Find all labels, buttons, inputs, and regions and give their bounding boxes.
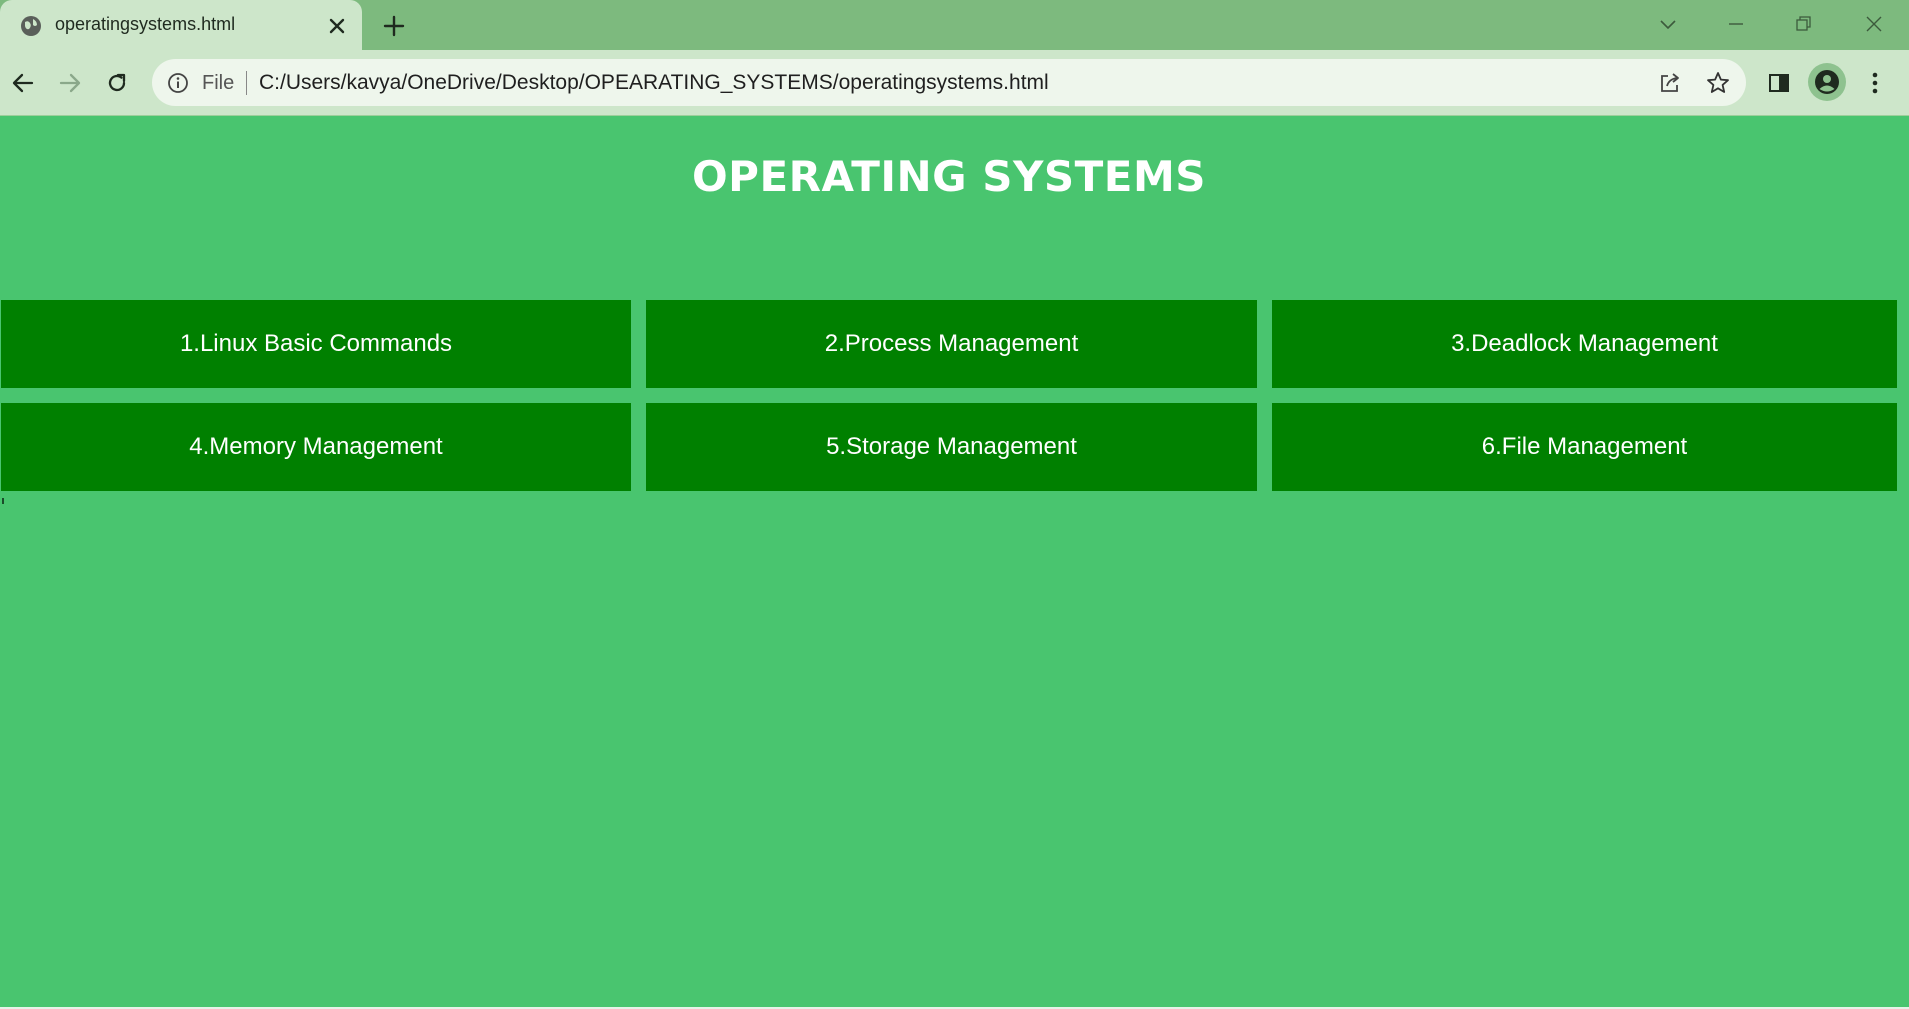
menu-button-storage-management[interactable]: 5.Storage Management bbox=[646, 403, 1257, 491]
tab-search-chevron-down-icon[interactable] bbox=[1650, 10, 1686, 38]
menu-button-deadlock-management[interactable]: 3.Deadlock Management bbox=[1272, 300, 1897, 388]
forward-arrow-icon[interactable] bbox=[53, 66, 87, 100]
menu-button-process-management[interactable]: 2.Process Management bbox=[646, 300, 1257, 388]
menu-button-file-management[interactable]: 6.File Management bbox=[1272, 403, 1897, 491]
tab-strip: operatingsystems.html bbox=[0, 0, 1909, 50]
menu-button-linux-basic-commands[interactable]: 1.Linux Basic Commands bbox=[1, 300, 631, 388]
tab-title: operatingsystems.html bbox=[55, 14, 236, 34]
minimize-icon[interactable] bbox=[1718, 10, 1754, 38]
share-icon[interactable] bbox=[1657, 70, 1683, 96]
kebab-menu-icon[interactable] bbox=[1858, 66, 1892, 100]
url-text[interactable]: C:/Users/kavya/OneDrive/Desktop/OPEARATI… bbox=[259, 71, 1049, 95]
omnibox-separator bbox=[246, 71, 247, 95]
side-panel-icon[interactable] bbox=[1762, 66, 1796, 100]
browser-toolbar: File C:/Users/kavya/OneDrive/Desktop/OPE… bbox=[0, 50, 1909, 116]
back-arrow-icon[interactable] bbox=[6, 66, 40, 100]
page-content: OPERATING SYSTEMS 1.Linux Basic Commands… bbox=[0, 116, 1909, 1009]
reload-icon[interactable] bbox=[100, 66, 134, 100]
close-tab-icon[interactable] bbox=[326, 15, 348, 37]
site-info-icon[interactable] bbox=[166, 71, 190, 95]
browser-window: operatingsystems.html File C:/Users/kavy… bbox=[0, 0, 1909, 1009]
stray-text-mark bbox=[2, 498, 4, 504]
profile-avatar-icon[interactable] bbox=[1808, 63, 1846, 101]
bookmark-star-icon[interactable] bbox=[1705, 70, 1731, 96]
globe-icon bbox=[20, 15, 42, 37]
menu-button-memory-management[interactable]: 4.Memory Management bbox=[1, 403, 631, 491]
scheme-label: File bbox=[202, 72, 235, 94]
new-tab-plus-icon[interactable] bbox=[380, 12, 408, 40]
active-tab[interactable]: operatingsystems.html bbox=[0, 0, 362, 50]
restore-window-icon[interactable] bbox=[1786, 10, 1822, 38]
close-window-icon[interactable] bbox=[1856, 10, 1892, 38]
page-title: OPERATING SYSTEMS bbox=[691, 152, 1207, 201]
address-bar[interactable]: File C:/Users/kavya/OneDrive/Desktop/OPE… bbox=[152, 59, 1746, 106]
